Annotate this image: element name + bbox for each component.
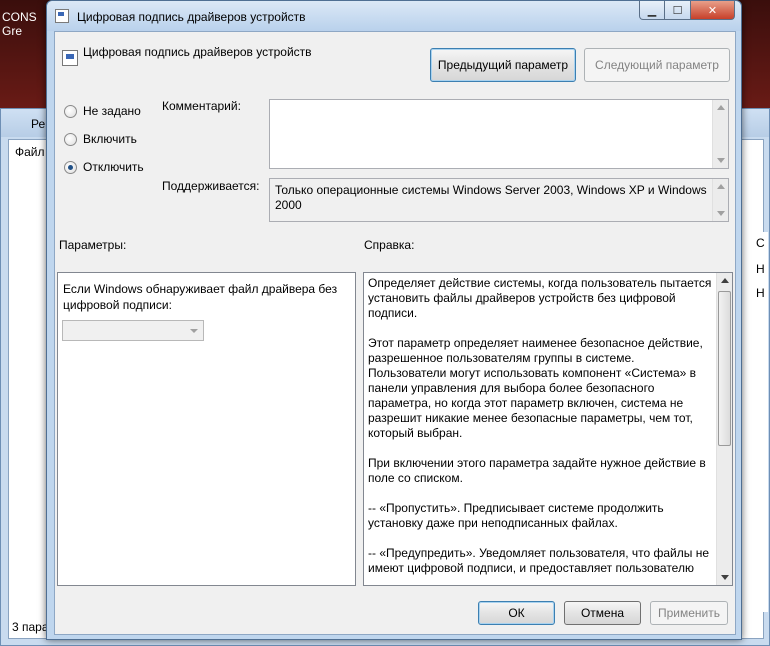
window-controls: ▁ ☐ ✕ <box>639 1 735 21</box>
help-paragraph: При включении этого параметра задайте ну… <box>368 456 706 485</box>
help-label: Справка: <box>364 238 415 252</box>
radio-disabled[interactable]: Отключить <box>64 160 144 174</box>
scroll-up-icon[interactable] <box>717 105 725 110</box>
dialog-client-area: Цифровая подпись драйверов устройств Пре… <box>54 31 736 635</box>
maximize-icon: ☐ <box>672 4 683 17</box>
radio-label: Не задано <box>83 104 141 118</box>
radio-button[interactable] <box>64 160 77 174</box>
help-paragraph: -- «Пропустить». Предписывает системе пр… <box>368 501 664 530</box>
scroll-thumb[interactable] <box>718 291 731 446</box>
apply-button[interactable]: Применить <box>650 601 728 625</box>
help-paragraph: -- «Предупредить». Уведомляет пользовате… <box>368 546 710 575</box>
comment-scrollbar[interactable] <box>712 100 728 168</box>
supported-field: Только операционные системы Windows Serv… <box>269 178 729 222</box>
maximize-button[interactable]: ☐ <box>665 1 691 20</box>
window-title: Цифровая подпись драйверов устройств <box>77 10 306 24</box>
minimize-icon: ▁ <box>647 4 657 17</box>
help-paragraph: Определяет действие системы, когда польз… <box>368 276 712 320</box>
title-bar[interactable]: Цифровая подпись драйверов устройств ▁ ☐… <box>47 1 741 31</box>
radio-enabled[interactable]: Включить <box>64 132 137 146</box>
driver-action-dropdown[interactable] <box>62 320 204 341</box>
help-paragraph: Этот параметр определяет наименее безопа… <box>368 336 703 440</box>
policy-icon <box>55 9 69 23</box>
scroll-up-icon[interactable] <box>717 184 725 189</box>
cancel-button[interactable]: Отмена <box>564 601 641 625</box>
ok-button[interactable]: ОК <box>478 601 555 625</box>
comment-label: Комментарий: <box>162 99 241 113</box>
minimize-button[interactable]: ▁ <box>639 1 665 20</box>
options-text: Если Windows обнаруживает файл драйвера … <box>63 282 338 312</box>
desktop-text: Gre <box>2 24 23 38</box>
radio-label: Отключить <box>83 160 144 174</box>
radio-button[interactable] <box>64 104 77 118</box>
supported-value: Только операционные системы Windows Serv… <box>275 183 707 212</box>
desktop-text: CONS <box>2 10 37 24</box>
close-icon: ✕ <box>707 4 718 17</box>
options-panel: Если Windows обнаруживает файл драйвера … <box>57 272 356 586</box>
setting-title: Цифровая подпись драйверов устройств <box>83 45 312 59</box>
background-status-text: 3 пара <box>12 620 49 634</box>
background-right-item: Н <box>756 262 765 276</box>
radio-button[interactable] <box>64 132 77 146</box>
scroll-down-icon[interactable] <box>721 575 729 580</box>
supported-scrollbar[interactable] <box>712 179 728 221</box>
next-setting-button[interactable]: Следующий параметр <box>584 48 730 82</box>
chevron-down-icon <box>190 329 198 333</box>
scroll-up-icon[interactable] <box>721 278 729 283</box>
help-scrollbar[interactable] <box>716 273 732 585</box>
help-text: Определяет действие системы, когда польз… <box>368 276 712 585</box>
comment-textarea[interactable] <box>269 99 729 169</box>
scroll-down-icon[interactable] <box>717 158 725 163</box>
radio-not-configured[interactable]: Не задано <box>64 104 141 118</box>
background-window-title: Ре <box>31 117 46 131</box>
background-menu-file[interactable]: Файл <box>15 145 45 159</box>
help-panel: Определяет действие системы, когда польз… <box>363 272 733 586</box>
policy-dialog: Цифровая подпись драйверов устройств ▁ ☐… <box>46 0 742 640</box>
radio-label: Включить <box>83 132 137 146</box>
policy-icon <box>62 50 78 66</box>
options-label: Параметры: <box>59 238 127 252</box>
previous-setting-button[interactable]: Предыдущий параметр <box>430 48 576 82</box>
supported-label: Поддерживается: <box>162 179 260 193</box>
close-button[interactable]: ✕ <box>691 1 735 20</box>
background-right-item: Н <box>756 286 765 300</box>
background-right-item: С <box>756 236 765 250</box>
scroll-down-icon[interactable] <box>717 211 725 216</box>
